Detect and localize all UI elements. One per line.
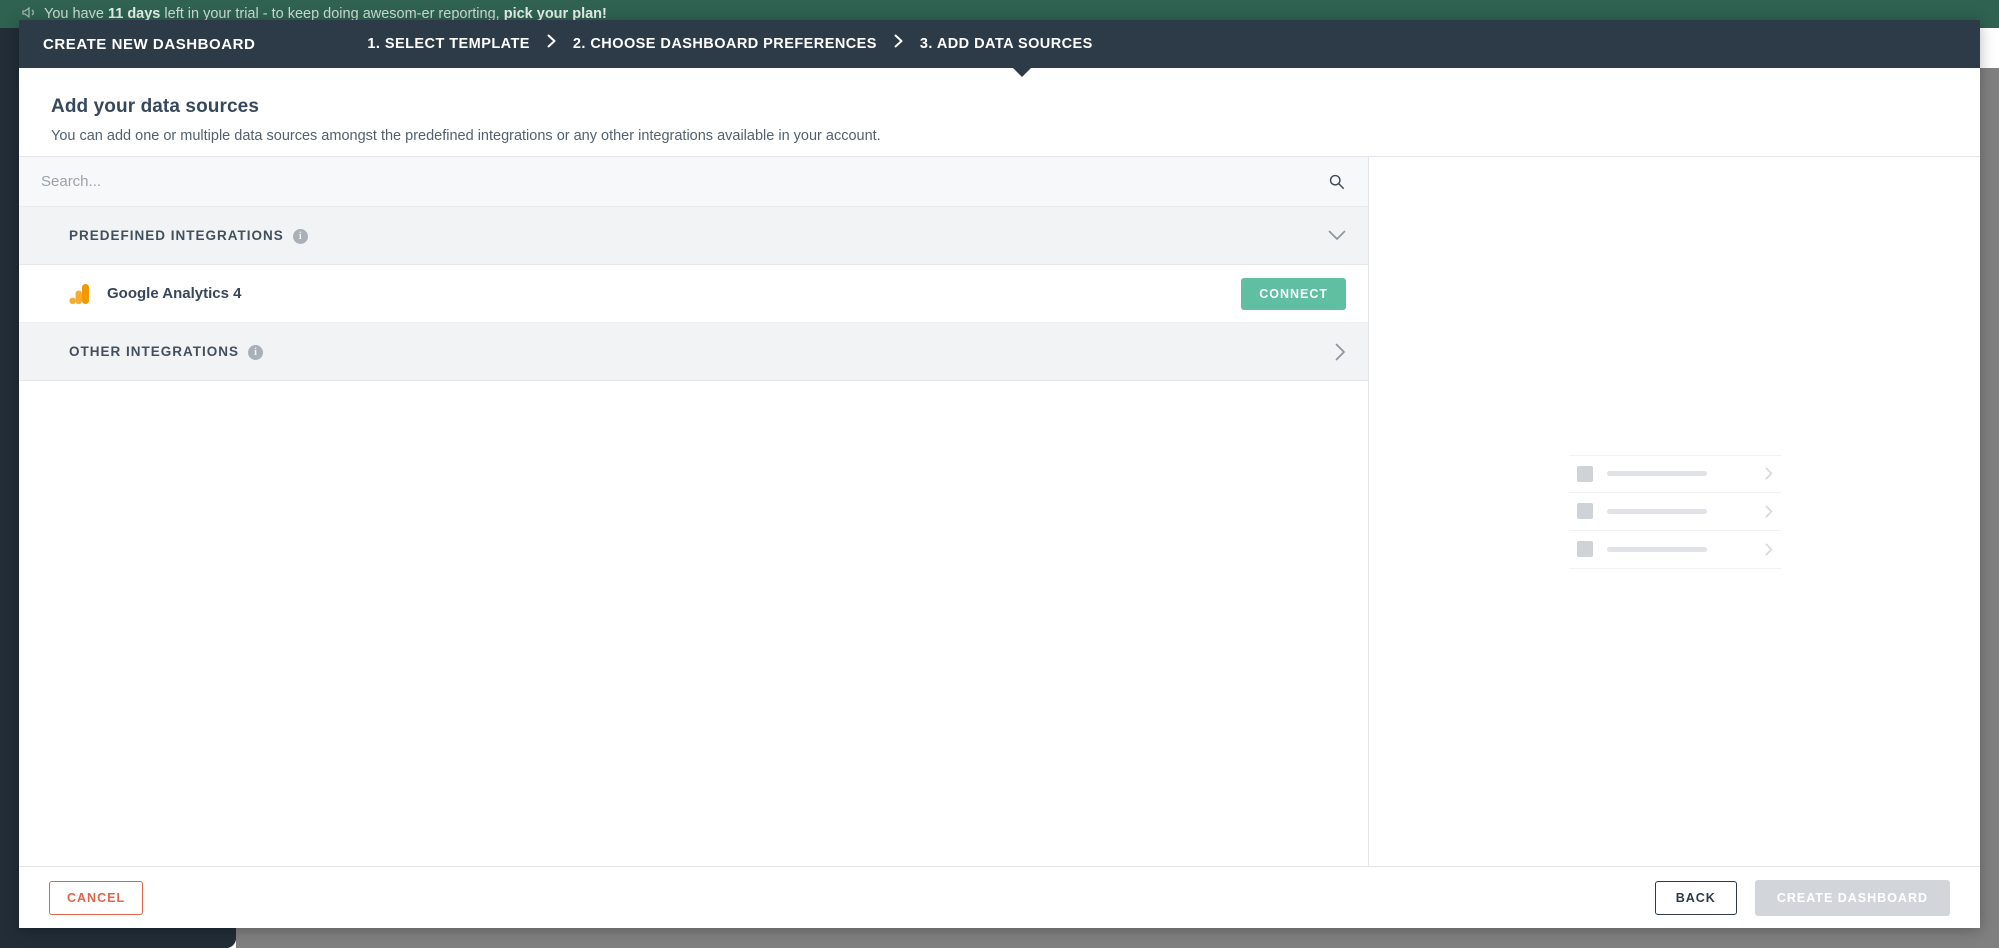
chevron-down-icon[interactable] [1328,230,1346,241]
wizard-step-1[interactable]: 1. SELECT TEMPLATE [367,36,530,52]
section-header-other-integrations[interactable]: OTHER INTEGRATIONS i [19,323,1368,381]
modal-body: PREDEFINED INTEGRATIONS i [19,156,1980,866]
integration-name: Google Analytics 4 [107,285,242,302]
chevron-right-icon [1764,504,1773,518]
modal-intro: Add your data sources You can add one or… [19,68,1980,156]
integrations-pane: PREDEFINED INTEGRATIONS i [19,157,1369,866]
search-input[interactable] [41,173,1324,190]
page-root: You have 11 days left in your trial - to… [0,0,1999,948]
chevron-right-icon [547,34,556,52]
create-dashboard-button[interactable]: CREATE DASHBOARD [1754,879,1950,916]
placeholder-thumbnail [1576,503,1593,519]
modal-title: CREATE NEW DASHBOARD [43,35,256,53]
section-header-predefined-integrations[interactable]: PREDEFINED INTEGRATIONS i [19,207,1368,265]
placeholder-bar [1606,471,1707,476]
chevron-right-icon [894,34,903,52]
chevron-right-icon [1764,542,1773,556]
modal-header: CREATE NEW DASHBOARD 1. SELECT TEMPLATE … [19,20,1980,77]
info-icon[interactable]: i [292,229,308,244]
placeholder-bar [1606,508,1707,514]
placeholder-row [1568,531,1781,569]
placeholder-list [1568,454,1781,569]
search-icon[interactable] [1324,170,1348,194]
cancel-button[interactable]: CANCEL [49,880,144,915]
placeholder-thumbnail [1576,541,1593,557]
wizard-steps: 1. SELECT TEMPLATE 2. CHOOSE DASHBOARD P… [367,34,1093,53]
section-title: OTHER INTEGRATIONS [69,344,240,359]
connect-button[interactable]: CONNECT [1241,277,1346,310]
google-analytics-icon [69,283,91,305]
wizard-step-3[interactable]: 3. ADD DATA SOURCES [920,36,1093,52]
active-step-caret [1012,67,1032,77]
wizard-step-2[interactable]: 2. CHOOSE DASHBOARD PREFERENCES [573,36,877,52]
modal-footer: CANCEL BACK CREATE DASHBOARD [19,866,1980,928]
placeholder-row [1568,454,1781,493]
chevron-right-icon[interactable] [1335,343,1346,361]
placeholder-thumbnail [1576,465,1593,482]
back-button[interactable]: BACK [1654,880,1737,915]
section-title: PREDEFINED INTEGRATIONS [69,228,284,243]
chevron-right-icon [1764,467,1773,480]
info-icon[interactable]: i [248,345,264,360]
page-subtitle: You can add one or multiple data sources… [51,128,881,144]
integration-row-google-analytics-4[interactable]: Google Analytics 4 CONNECT [19,265,1368,323]
placeholder-bar [1606,546,1707,552]
preview-pane [1369,157,1980,866]
placeholder-row [1568,493,1781,531]
page-title: Add your data sources [51,96,259,117]
create-dashboard-modal: CREATE NEW DASHBOARD 1. SELECT TEMPLATE … [19,20,1980,928]
search-row [19,157,1368,207]
